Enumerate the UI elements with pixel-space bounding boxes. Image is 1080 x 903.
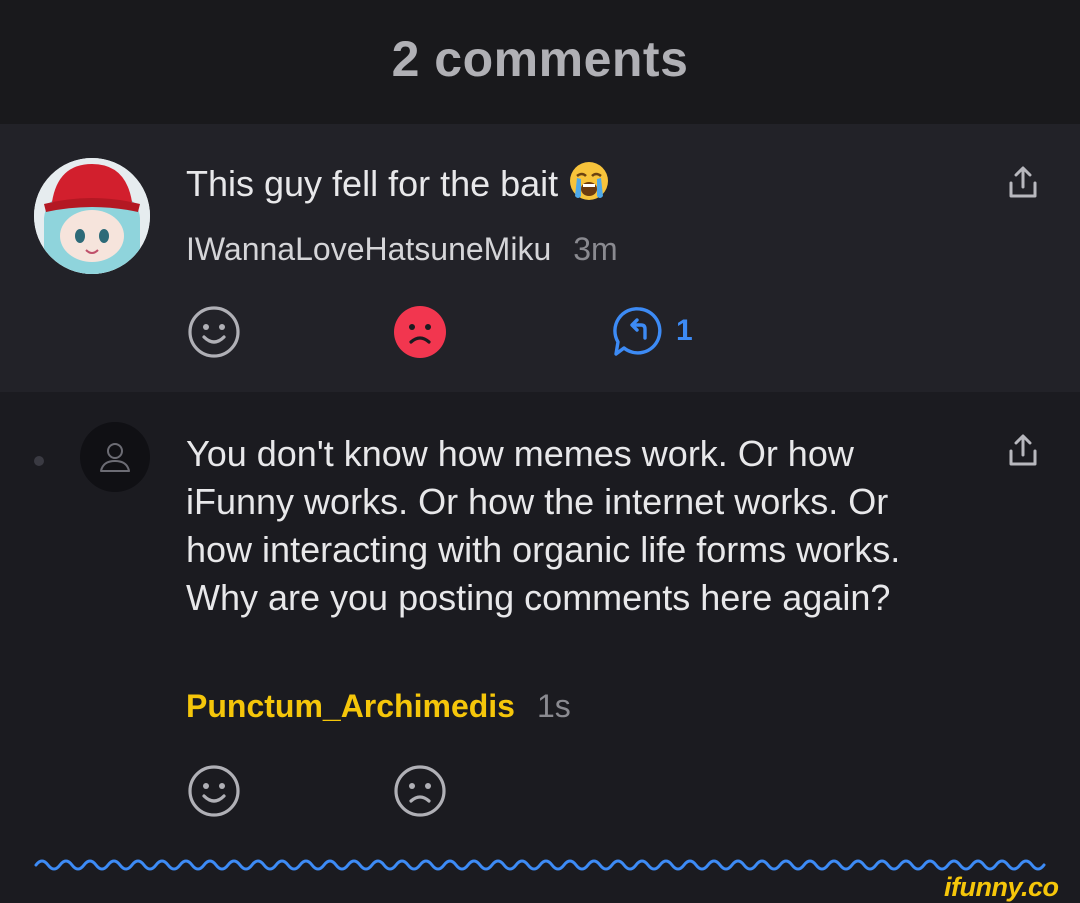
watermark-logo: ifunny.co <box>944 872 1059 902</box>
frown-button[interactable] <box>392 763 448 819</box>
reply-icon <box>613 307 662 356</box>
comment-time: 3m <box>573 231 618 267</box>
smile-icon <box>188 306 240 358</box>
reply-count[interactable]: 1 <box>676 314 693 348</box>
share-button[interactable] <box>1000 160 1046 206</box>
frown-icon <box>394 306 446 358</box>
share-icon <box>1009 166 1037 198</box>
smile-button[interactable] <box>186 304 242 360</box>
loading-wave <box>34 859 1046 871</box>
share-icon <box>1009 434 1037 466</box>
header: 2 comments <box>0 0 1080 124</box>
smile-button[interactable] <box>186 763 242 819</box>
comment-text: This guy fell for the bait <box>186 160 610 214</box>
frown-icon <box>394 765 446 817</box>
comment-meta: IWannaLoveHatsuneMiku 3m <box>186 229 618 269</box>
crying-face-icon <box>568 160 610 214</box>
avatar[interactable] <box>34 158 150 274</box>
thread-indicator <box>34 456 44 466</box>
comment-card-1: This guy fell for the bait IWannaLoveHat… <box>0 124 1080 392</box>
share-button[interactable] <box>1000 428 1046 474</box>
comment-meta: Punctum_Archimedis 1s <box>186 686 571 726</box>
smile-icon <box>188 765 240 817</box>
author-name[interactable]: IWannaLoveHatsuneMiku <box>186 231 551 267</box>
avatar[interactable] <box>80 422 150 492</box>
user-placeholder-icon <box>100 443 130 472</box>
author-name[interactable]: Punctum_Archimedis <box>186 688 515 724</box>
comment-time: 1s <box>536 688 571 724</box>
reply-button[interactable] <box>612 304 668 360</box>
comment-body: You don't know how memes work. Or how iF… <box>186 433 901 618</box>
frown-button[interactable] <box>392 304 448 360</box>
comment-body: This guy fell for the bait <box>186 163 559 204</box>
comment-card-2: You don't know how memes work. Or how iF… <box>0 392 1080 902</box>
page-title: 2 comments <box>391 31 689 87</box>
